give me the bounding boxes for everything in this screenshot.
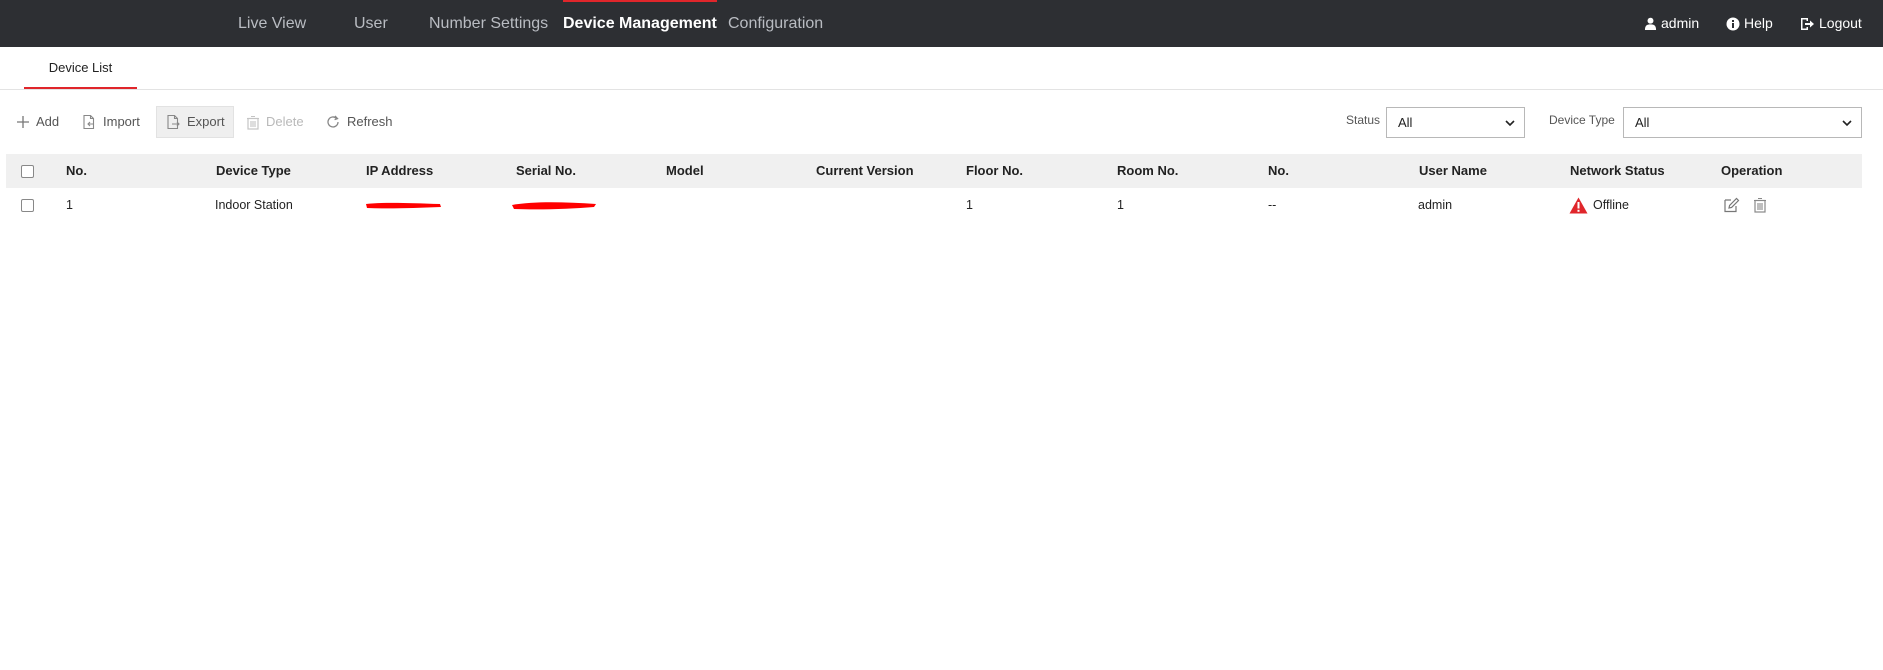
- table-header: No. Device Type IP Address Serial No. Mo…: [6, 154, 1862, 188]
- refresh-label: Refresh: [347, 114, 393, 129]
- user-icon: [1644, 17, 1657, 30]
- refresh-button[interactable]: Refresh: [317, 106, 401, 138]
- redaction-serial-no: [512, 202, 596, 210]
- column-header-floor-no: Floor No.: [966, 163, 1024, 178]
- status-filter-label: Status: [1346, 113, 1381, 127]
- column-header-current-version: Current Version: [816, 163, 914, 178]
- help-label: Help: [1744, 15, 1773, 31]
- cell-network-status: Offline: [1569, 188, 1629, 222]
- chevron-down-icon: [1505, 120, 1515, 127]
- status-select-value: All: [1398, 115, 1413, 130]
- column-header-serial-no: Serial No.: [516, 163, 576, 178]
- add-label: Add: [36, 114, 60, 129]
- export-icon: [167, 114, 180, 130]
- import-icon: [83, 114, 95, 130]
- chevron-down-icon: [1842, 120, 1852, 127]
- nav-device-management[interactable]: Device Management: [563, 0, 717, 47]
- cell-device-type: Indoor Station: [215, 198, 293, 212]
- export-label: Export: [187, 114, 225, 129]
- cell-room-no: 1: [1117, 198, 1124, 212]
- column-header-room-no: Room No.: [1117, 163, 1179, 178]
- table-row[interactable]: 1 Indoor Station 1 1 -- admin Offline: [6, 188, 1862, 222]
- help-button[interactable]: Help: [1726, 0, 1773, 47]
- cell-floor-no: 1: [966, 198, 973, 212]
- trash-icon: [247, 115, 259, 130]
- info-icon: [1726, 17, 1740, 30]
- logout-button[interactable]: Logout: [1800, 0, 1862, 47]
- status-select[interactable]: All: [1386, 107, 1525, 138]
- column-header-no: No.: [66, 163, 87, 178]
- nav-configuration[interactable]: Configuration: [728, 0, 823, 47]
- redaction-ip-address: [366, 202, 441, 209]
- plus-icon: [17, 116, 29, 128]
- sub-tab-bar: Device List: [0, 47, 1883, 90]
- import-label: Import: [103, 114, 140, 129]
- cell-user-name: admin: [1418, 198, 1453, 212]
- delete-label: Delete: [266, 114, 304, 129]
- add-button[interactable]: Add: [8, 106, 67, 138]
- column-header-user-name: User Name: [1419, 163, 1487, 178]
- column-header-ip-address: IP Address: [366, 163, 434, 178]
- device-type-select[interactable]: All: [1623, 107, 1862, 138]
- cell-no: 1: [66, 198, 73, 212]
- nav-number-settings[interactable]: Number Settings: [429, 0, 548, 47]
- logout-label: Logout: [1819, 15, 1862, 31]
- device-type-filter-label: Device Type: [1549, 113, 1615, 127]
- column-header-model: Model: [666, 163, 704, 178]
- refresh-icon: [327, 115, 339, 128]
- edit-icon[interactable]: [1723, 197, 1740, 213]
- user-menu[interactable]: admin: [1644, 0, 1699, 47]
- trash-icon[interactable]: [1753, 197, 1767, 213]
- warning-icon: [1569, 197, 1588, 213]
- user-name-label: admin: [1661, 15, 1700, 31]
- network-status-text: Offline: [1593, 198, 1629, 212]
- delete-button[interactable]: Delete: [238, 106, 312, 138]
- nav-live-view[interactable]: Live View: [238, 0, 306, 47]
- logout-icon: [1801, 17, 1814, 30]
- nav-user[interactable]: User: [354, 0, 388, 47]
- column-header-device-type: Device Type: [216, 163, 291, 178]
- select-all-checkbox[interactable]: [21, 165, 34, 178]
- import-button[interactable]: Import: [73, 106, 148, 138]
- device-type-select-value: All: [1635, 115, 1650, 130]
- column-header-operation: Operation: [1721, 163, 1783, 178]
- top-nav-bar: Live View User Number Settings Device Ma…: [0, 0, 1883, 47]
- tab-device-list[interactable]: Device List: [24, 47, 137, 89]
- row-checkbox[interactable]: [21, 199, 34, 212]
- cell-number: --: [1268, 198, 1277, 212]
- export-button[interactable]: Export: [156, 106, 234, 138]
- column-header-number: No.: [1268, 163, 1289, 178]
- column-header-network-status: Network Status: [1570, 163, 1665, 178]
